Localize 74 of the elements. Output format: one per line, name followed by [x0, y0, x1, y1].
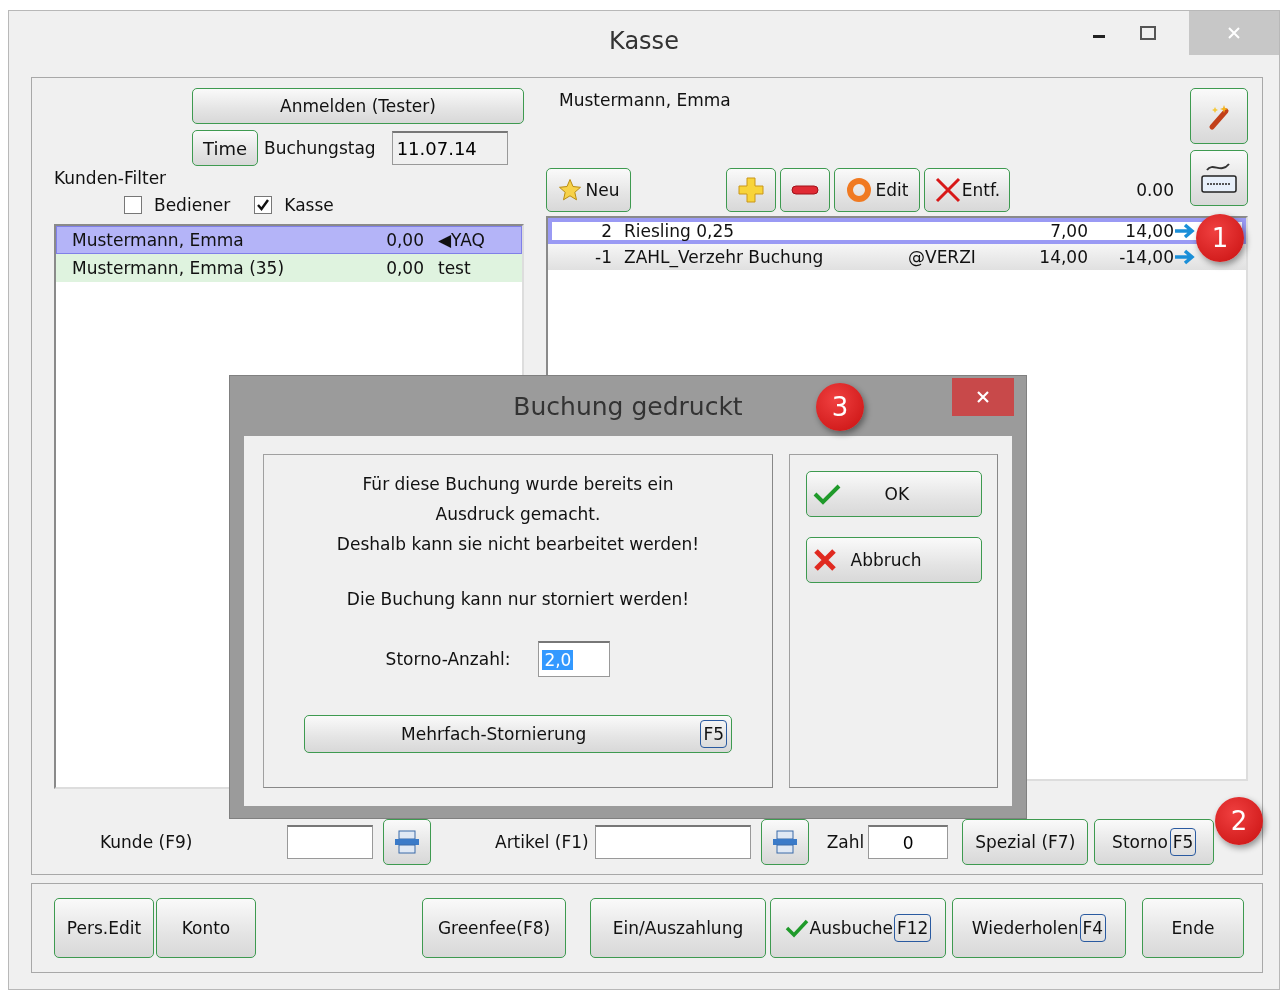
- customer-row[interactable]: Mustermann, Emma (35) 0,00 test: [56, 254, 522, 282]
- customer-field-label: Kunde (F9): [100, 832, 194, 852]
- window-title: Kasse: [609, 27, 679, 55]
- maximize-icon[interactable]: [1139, 25, 1157, 41]
- note-text: test: [438, 258, 471, 278]
- login-button[interactable]: Anmelden (Tester): [192, 88, 524, 124]
- footer-button[interactable]: Wiederholen F4: [952, 898, 1126, 958]
- action-button[interactable]: Storno F5: [1094, 819, 1215, 865]
- remove-button[interactable]: [780, 168, 830, 212]
- keyboard-button[interactable]: [1190, 150, 1248, 206]
- action-button[interactable]: Spezial (F7): [962, 819, 1089, 865]
- customer-name-label: Mustermann, Emma: [559, 90, 732, 110]
- amount-text: 14,00: [1124, 221, 1174, 241]
- footer-button[interactable]: Konto: [156, 898, 256, 958]
- footer-button[interactable]: Ende: [1142, 898, 1244, 958]
- close-button[interactable]: [952, 378, 1014, 416]
- article-field[interactable]: [594, 825, 751, 859]
- close-icon: [975, 389, 991, 405]
- lookup-button[interactable]: [383, 819, 431, 865]
- cancel-button[interactable]: Abbruch: [805, 537, 982, 583]
- customer-field[interactable]: [287, 825, 373, 859]
- scanner-icon: [770, 829, 799, 855]
- check-icon: [784, 918, 809, 938]
- note-text: ◀YAQ: [438, 230, 485, 250]
- article-field-label: Artikel (F1): [495, 832, 589, 852]
- customer-row[interactable]: Mustermann, Emma 0,00 ◀YAQ: [56, 226, 522, 254]
- item-text: ZAHL_Verzehr Buchung: [624, 247, 825, 267]
- checkbox-label[interactable]: Kasse: [284, 195, 334, 215]
- total-text: 0.00: [1136, 180, 1174, 200]
- amount-text: -14,00: [1118, 247, 1174, 267]
- ok-button[interactable]: OK: [805, 471, 982, 517]
- customer-name: Mustermann, Emma: [72, 230, 245, 250]
- booking-day-label: Buchungstag: [264, 138, 376, 158]
- price-text: 7,00: [1049, 221, 1088, 241]
- balance-text: 0,00: [385, 230, 424, 250]
- note-text: Die Buchung kann nur storniert werden!: [346, 589, 690, 609]
- footer-button[interactable]: Ausbuche F12: [770, 898, 946, 958]
- count-field-label: Zahl: [826, 832, 865, 852]
- cross-icon: [933, 176, 962, 204]
- close-icon: [1226, 25, 1242, 41]
- lookup-button[interactable]: [760, 819, 809, 865]
- check-icon: [812, 483, 841, 505]
- time-button[interactable]: Time: [192, 130, 258, 166]
- ring-icon: [845, 177, 872, 203]
- footer-button[interactable]: Greenfee(F8): [422, 898, 566, 958]
- footer-button[interactable]: Ein/Auszahlung: [590, 898, 766, 958]
- quantity-text: -1: [594, 247, 612, 267]
- quantity-text: 2: [600, 221, 612, 241]
- star-icon: [557, 178, 582, 202]
- customer-name: Mustermann, Emma (35): [72, 258, 286, 278]
- delete-button[interactable]: Entf.: [924, 168, 1010, 212]
- filter-label: Kunden-Filter: [54, 167, 168, 190]
- count-field[interactable]: 0: [868, 825, 949, 859]
- code-text: @VERZI: [908, 247, 976, 267]
- footer-button[interactable]: Pers.Edit: [54, 898, 154, 958]
- add-button[interactable]: [726, 168, 776, 212]
- checkbox-label[interactable]: Bediener: [154, 195, 231, 215]
- price-text: 14,00: [1038, 247, 1088, 267]
- edit-button[interactable]: Edit: [834, 168, 920, 212]
- balance-text: 0,00: [385, 258, 424, 278]
- date-field[interactable]: 11.07.14: [391, 131, 508, 165]
- checkbox[interactable]: [254, 196, 273, 214]
- plus-icon: [737, 176, 765, 204]
- multi-cancel-button[interactable]: Mehrfach-Stornierung F5: [304, 715, 732, 753]
- checkbox[interactable]: [124, 196, 142, 214]
- dialog-title: Buchung gedruckt: [513, 391, 743, 421]
- minus-icon: [791, 185, 819, 195]
- cross-icon: [812, 548, 837, 572]
- storno-count-label: Storno-Anzahl:: [385, 649, 511, 669]
- message-text: Für diese Buchung wurde bereits ein Ausdruck gemacht. Deshalb kann sie nicht bearbeitet werden!: [336, 473, 700, 556]
- wand-button[interactable]: [1190, 88, 1248, 144]
- item-text: Riesling 0,25: [624, 221, 736, 241]
- scanner-icon: [393, 829, 421, 855]
- new-button[interactable]: Neu: [546, 168, 631, 212]
